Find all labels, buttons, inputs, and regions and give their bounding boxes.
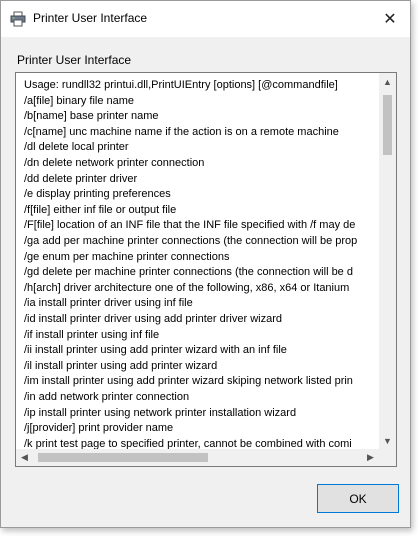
usage-line: /dd delete printer driver	[24, 172, 138, 185]
usage-line: /c[name] unc machine name if the action …	[24, 125, 339, 138]
chevron-left-icon: ◀	[21, 452, 28, 462]
usage-line: /ia install printer driver using inf fil…	[24, 297, 193, 310]
chevron-right-icon: ▶	[367, 452, 374, 462]
printer-ui-dialog: Printer User Interface ✕ Printer User In…	[0, 0, 411, 528]
usage-line: /dl delete local printer	[24, 141, 129, 154]
ok-button[interactable]: OK	[317, 484, 399, 513]
usage-line: /b[name] base printer name	[24, 110, 159, 123]
close-button[interactable]: ✕	[370, 1, 410, 37]
window-title: Printer User Interface	[33, 11, 148, 25]
usage-line: /il install printer using add printer wi…	[24, 359, 218, 372]
vertical-scrollbar[interactable]: ▲ ▼	[379, 73, 396, 449]
usage-line: /f[file] either inf file or output file	[24, 203, 177, 216]
scroll-right-button[interactable]: ▶	[362, 449, 379, 466]
usage-lines: Usage: rundll32 printui.dll,PrintUIEntry…	[16, 73, 379, 449]
scrollbar-corner	[379, 449, 396, 466]
usage-line: /k print test page to specified printer,…	[24, 437, 352, 449]
group-label: Printer User Interface	[17, 53, 132, 67]
scroll-down-button[interactable]: ▼	[379, 432, 396, 449]
chevron-down-icon: ▼	[383, 435, 392, 446]
usage-line: /ii install printer using add printer wi…	[24, 344, 287, 357]
usage-line: /if install printer using inf file	[24, 328, 160, 341]
usage-line: /id install printer driver using add pri…	[24, 313, 282, 325]
usage-line: /ip install printer using network printe…	[24, 406, 297, 419]
title-bar[interactable]: Printer User Interface ✕	[1, 1, 410, 37]
usage-line-header: Usage: rundll32 printui.dll,PrintUIEntry…	[24, 79, 338, 91]
horizontal-scroll-thumb[interactable]	[38, 453, 208, 462]
scroll-left-button[interactable]: ◀	[16, 449, 33, 466]
usage-line: /dn delete network printer connection	[24, 157, 205, 169]
usage-line: /im install printer using add printer wi…	[24, 375, 353, 388]
usage-line: /a[file] binary file name	[24, 94, 135, 107]
vertical-scroll-thumb[interactable]	[383, 95, 392, 155]
scroll-up-button[interactable]: ▲	[379, 73, 396, 90]
usage-line: /ga add per machine printer connections …	[24, 235, 358, 247]
chevron-up-icon: ▲	[383, 76, 392, 87]
usage-line: /gd delete per machine printer connectio…	[24, 266, 353, 279]
usage-text-box[interactable]: Usage: rundll32 printui.dll,PrintUIEntry…	[15, 72, 397, 467]
usage-line: /h[arch] driver architecture one of the …	[24, 281, 350, 294]
usage-line: /in add network printer connection	[24, 391, 190, 403]
usage-line: /F[file] location of an INF file that th…	[24, 219, 356, 232]
close-icon: ✕	[383, 11, 397, 28]
horizontal-scrollbar[interactable]: ◀ ▶	[16, 449, 379, 466]
printer-icon	[10, 11, 26, 27]
usage-line: /e display printing preferences	[24, 188, 171, 201]
usage-line: /ge enum per machine printer connections	[24, 250, 230, 263]
usage-line: /j[provider] print provider name	[24, 422, 174, 435]
